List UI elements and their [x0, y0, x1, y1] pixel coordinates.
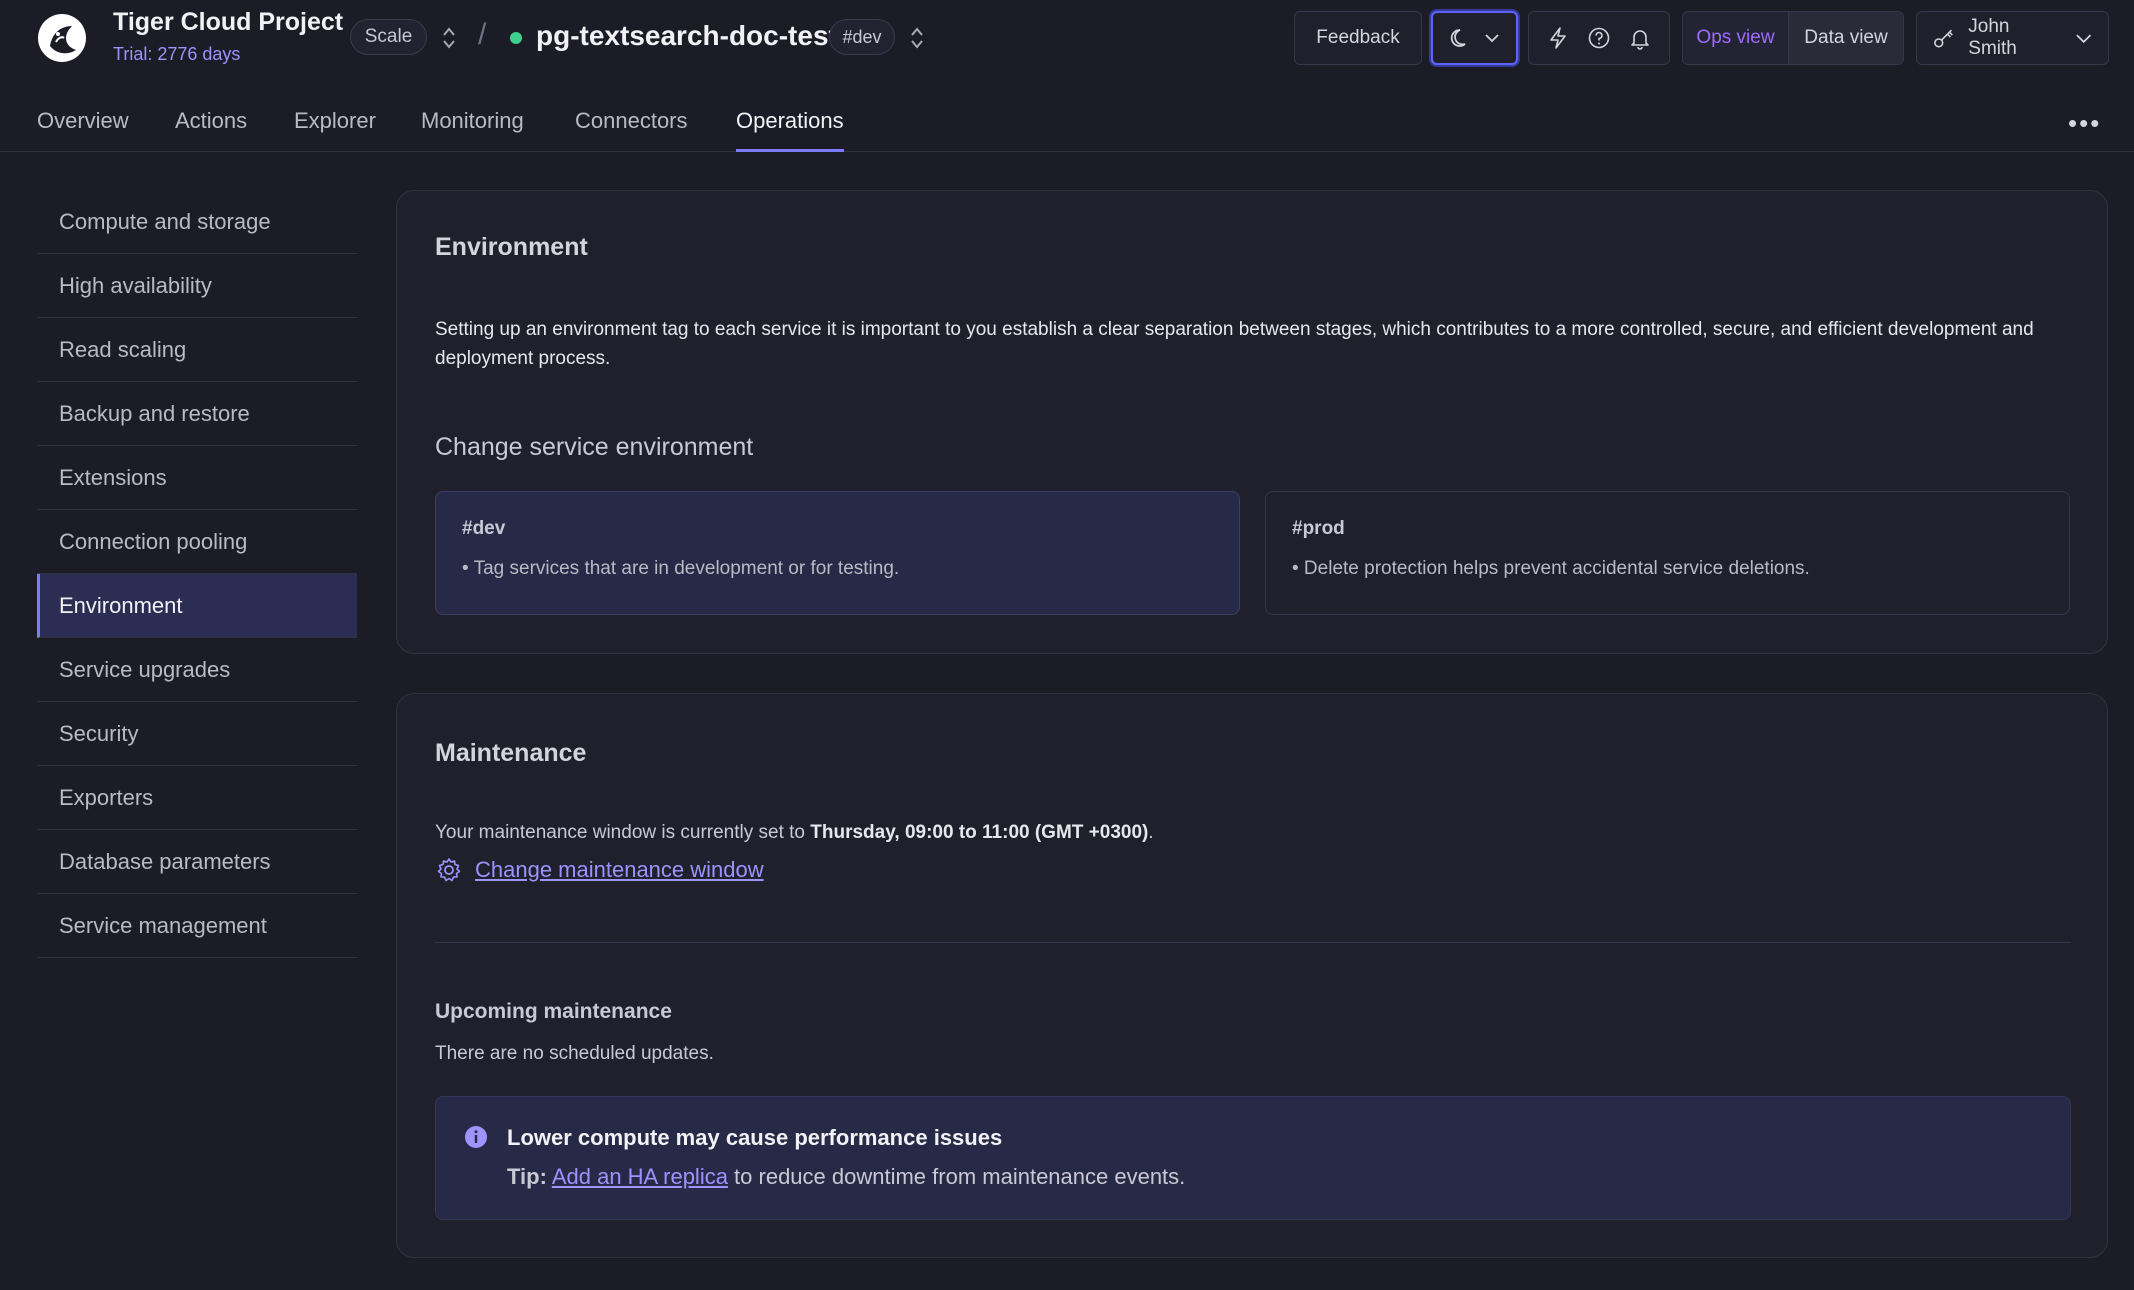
sidebar-item-extensions[interactable]: Extensions	[37, 446, 357, 510]
environment-option-dev[interactable]: #dev • Tag services that are in developm…	[435, 491, 1240, 615]
tab-monitoring[interactable]: Monitoring	[421, 108, 524, 152]
lightning-icon[interactable]	[1545, 25, 1571, 51]
sidebar-item-read-scaling[interactable]: Read scaling	[37, 318, 357, 382]
sidebar-item-compute-and-storage[interactable]: Compute and storage	[37, 190, 357, 254]
key-icon	[1934, 29, 1953, 48]
more-options-icon[interactable]: •••	[2068, 108, 2101, 139]
service-status-dot	[510, 32, 522, 44]
info-icon	[465, 1126, 487, 1148]
breadcrumb-separator: /	[478, 18, 487, 51]
tab-operations[interactable]: Operations	[736, 108, 844, 152]
alert-tip-suffix: to reduce downtime from maintenance even…	[727, 1164, 1186, 1189]
environment-card: Environment Setting up an environment ta…	[396, 190, 2108, 654]
maintenance-title: Maintenance	[435, 739, 587, 767]
maintenance-text-suffix: .	[1148, 822, 1154, 843]
upcoming-maintenance-text: There are no scheduled updates.	[435, 1043, 714, 1064]
alert-tip-label: Tip:	[507, 1164, 547, 1189]
tab-explorer[interactable]: Explorer	[294, 108, 376, 152]
data-view-button[interactable]: Data view	[1789, 12, 1903, 64]
sidebar-item-service-upgrades[interactable]: Service upgrades	[37, 638, 357, 702]
project-switcher[interactable]: Tiger Cloud Project Trial: 2776 days	[113, 8, 343, 65]
sidebar-item-environment[interactable]: Environment	[37, 574, 357, 638]
feedback-button[interactable]: Feedback	[1294, 11, 1422, 65]
environment-option-title: #dev	[462, 518, 506, 539]
plan-badge: Scale	[350, 19, 427, 55]
tab-overview[interactable]: Overview	[37, 108, 129, 152]
upcoming-maintenance-title: Upcoming maintenance	[435, 1000, 672, 1023]
alert-title: Lower compute may cause performance issu…	[507, 1125, 1003, 1150]
chevron-up-down-icon[interactable]	[439, 24, 459, 52]
sidebar-item-high-availability[interactable]: High availability	[37, 254, 357, 318]
sidebar-item-service-management[interactable]: Service management	[37, 894, 357, 958]
environment-title: Environment	[435, 233, 588, 261]
tab-connectors[interactable]: Connectors	[575, 108, 688, 152]
change-maintenance-window-label[interactable]: Change maintenance window	[475, 857, 764, 883]
tiger-logo-icon[interactable]	[36, 12, 88, 64]
operations-sidebar: Compute and storage High availability Re…	[37, 190, 357, 958]
sidebar-item-exporters[interactable]: Exporters	[37, 766, 357, 830]
sidebar-item-database-parameters[interactable]: Database parameters	[37, 830, 357, 894]
sidebar-item-backup-and-restore[interactable]: Backup and restore	[37, 382, 357, 446]
chevron-down-icon	[2075, 34, 2091, 44]
ops-view-button[interactable]: Ops view	[1683, 12, 1789, 64]
user-name: John Smith	[1968, 16, 2017, 59]
chevron-down-icon	[1484, 34, 1499, 43]
sidebar-item-connection-pooling[interactable]: Connection pooling	[37, 510, 357, 574]
header-icon-group	[1528, 11, 1670, 65]
theme-toggle-button[interactable]	[1431, 11, 1518, 65]
trial-status[interactable]: Trial: 2776 days	[113, 44, 343, 65]
user-menu-button[interactable]: John Smith	[1916, 11, 2109, 65]
top-bar: Tiger Cloud Project Trial: 2776 days Sca…	[0, 0, 2134, 76]
moon-icon	[1450, 29, 1466, 47]
help-circle-icon[interactable]	[1586, 25, 1612, 51]
service-name[interactable]: pg-textsearch-doc-test	[536, 20, 838, 52]
view-toggle: Ops view Data view	[1682, 11, 1904, 65]
environment-option-description: • Delete protection helps prevent accide…	[1292, 558, 1810, 579]
performance-alert: Lower compute may cause performance issu…	[435, 1096, 2071, 1220]
tab-actions[interactable]: Actions	[175, 108, 247, 152]
environment-option-title: #prod	[1292, 518, 1345, 539]
maintenance-text-prefix: Your maintenance window is currently set…	[435, 822, 811, 843]
divider	[435, 942, 2071, 943]
environment-description: Setting up an environment tag to each se…	[435, 319, 2034, 369]
maintenance-window-text: Your maintenance window is currently set…	[435, 822, 1154, 844]
bell-icon[interactable]	[1627, 25, 1653, 51]
change-maintenance-window-link[interactable]: Change maintenance window	[435, 856, 764, 884]
environment-badge: #dev	[829, 19, 895, 55]
change-environment-title: Change service environment	[435, 433, 754, 461]
maintenance-card: Maintenance Your maintenance window is c…	[396, 693, 2108, 1258]
sidebar-item-security[interactable]: Security	[37, 702, 357, 766]
gear-icon	[437, 858, 461, 882]
chevron-up-down-icon[interactable]	[907, 24, 927, 52]
environment-option-description: • Tag services that are in development o…	[462, 558, 900, 579]
environment-option-prod[interactable]: #prod • Delete protection helps prevent …	[1265, 491, 2070, 615]
maintenance-window-value: Thursday, 09:00 to 11:00 (GMT +0300)	[810, 822, 1149, 843]
alert-tip: Tip: Add an HA replica to reduce downtim…	[507, 1164, 1185, 1190]
add-ha-replica-link[interactable]: Add an HA replica	[552, 1164, 728, 1189]
project-name: Tiger Cloud Project	[113, 8, 344, 36]
service-tabs: Overview Actions Explorer Monitoring Con…	[0, 100, 2134, 152]
